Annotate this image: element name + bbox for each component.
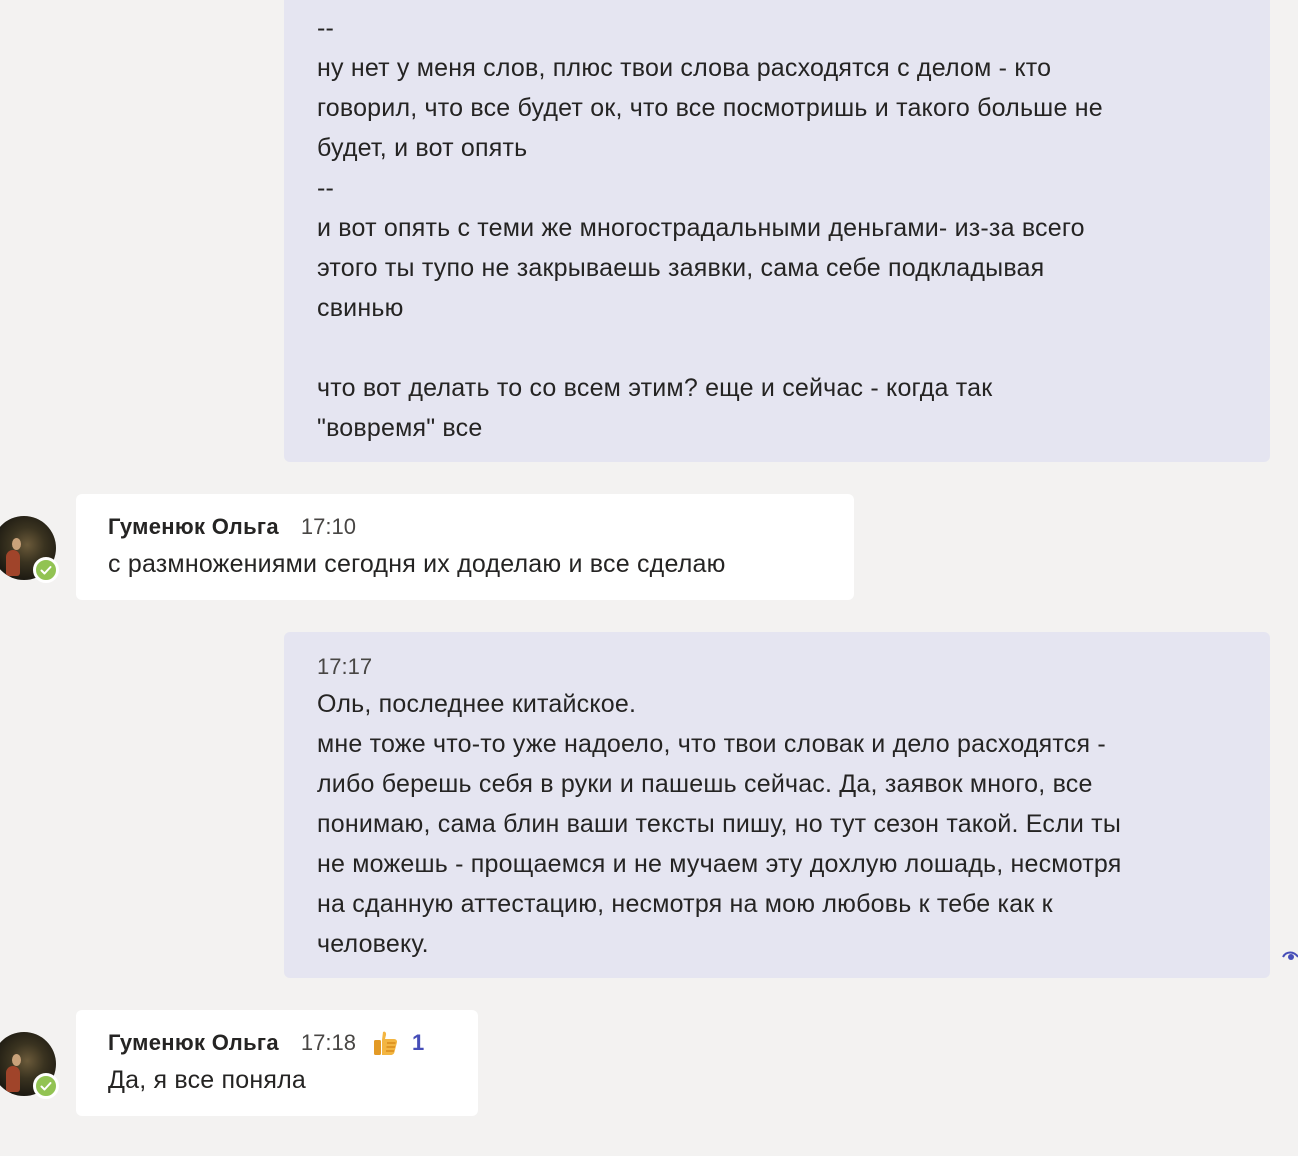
message-line: на сданную аттестацию, несмотря на мою л… [317, 890, 1053, 918]
message-header: Гуменюк Ольга 17:18 1 [108, 1028, 446, 1058]
message-timestamp: 17:18 [300, 1030, 356, 1055]
message-line: что вот делать то со всем этим? еще и се… [317, 374, 993, 402]
message-line: говорил, что все будет ок, что все посмо… [317, 94, 1103, 122]
message-line: человеку. [317, 930, 429, 958]
incoming-message[interactable]: Гуменюк Ольга 17:10 с размножениями сего… [76, 494, 854, 600]
message-line: понимаю, сама блин ваши тексты пишу, но … [317, 810, 1121, 838]
message-line [317, 328, 1246, 368]
message-line: ну нет у меня слов, плюс твои слова расх… [317, 54, 1052, 82]
message-line: -- [317, 14, 335, 42]
message-line: и вот опять с теми же многострадальными … [317, 214, 1085, 242]
avatar-photo-icon [12, 1054, 21, 1066]
status-available-icon [33, 1073, 59, 1099]
message-line: мне тоже что-то уже надоело, что твои сл… [317, 730, 1106, 758]
message-line: "вовремя" все [317, 414, 483, 442]
sender-name[interactable]: Гуменюк Ольга [108, 1030, 279, 1056]
message-line: этого ты тупо не закрываешь заявки, сама… [317, 254, 1045, 282]
thumbs-up-icon [373, 1031, 398, 1055]
outgoing-message[interactable]: -- ну нет у меня слов, плюс твои слова р… [284, 0, 1270, 462]
incoming-message[interactable]: Гуменюк Ольга 17:18 1 Да, я все поняла [76, 1010, 478, 1116]
avatar-photo-detail [6, 550, 20, 576]
reaction-badge[interactable]: 1 [370, 1027, 424, 1059]
message-line: Оль, последнее китайское. [317, 690, 637, 718]
message-timestamp: 17:17 [317, 654, 373, 679]
chat-thread: -- ну нет у меня слов, плюс твои слова р… [0, 0, 1298, 1156]
read-receipt-eye-icon [1282, 946, 1298, 966]
message-header: Гуменюк Ольга 17:10 [108, 512, 822, 542]
message-text: Да, я все поняла [108, 1066, 307, 1094]
message-line: -- [317, 174, 335, 202]
outgoing-message[interactable]: 17:17 Оль, последнее китайское. мне тоже… [284, 632, 1270, 978]
message-timestamp: 17:10 [300, 514, 356, 539]
message-line: свинью [317, 294, 404, 322]
message-line: либо берешь себя в руки и пашешь сейчас.… [317, 770, 1093, 798]
avatar-photo-detail [6, 1066, 20, 1092]
message-line: не можешь - прощаемся и не мучаем эту до… [317, 850, 1122, 878]
reaction-count: 1 [411, 1030, 425, 1055]
message-line: будет, и вот опять [317, 134, 528, 162]
avatar-photo-icon [12, 538, 21, 550]
status-available-icon [33, 557, 59, 583]
sender-name[interactable]: Гуменюк Ольга [108, 514, 279, 540]
message-text: с размножениями сегодня их доделаю и все… [108, 550, 726, 578]
